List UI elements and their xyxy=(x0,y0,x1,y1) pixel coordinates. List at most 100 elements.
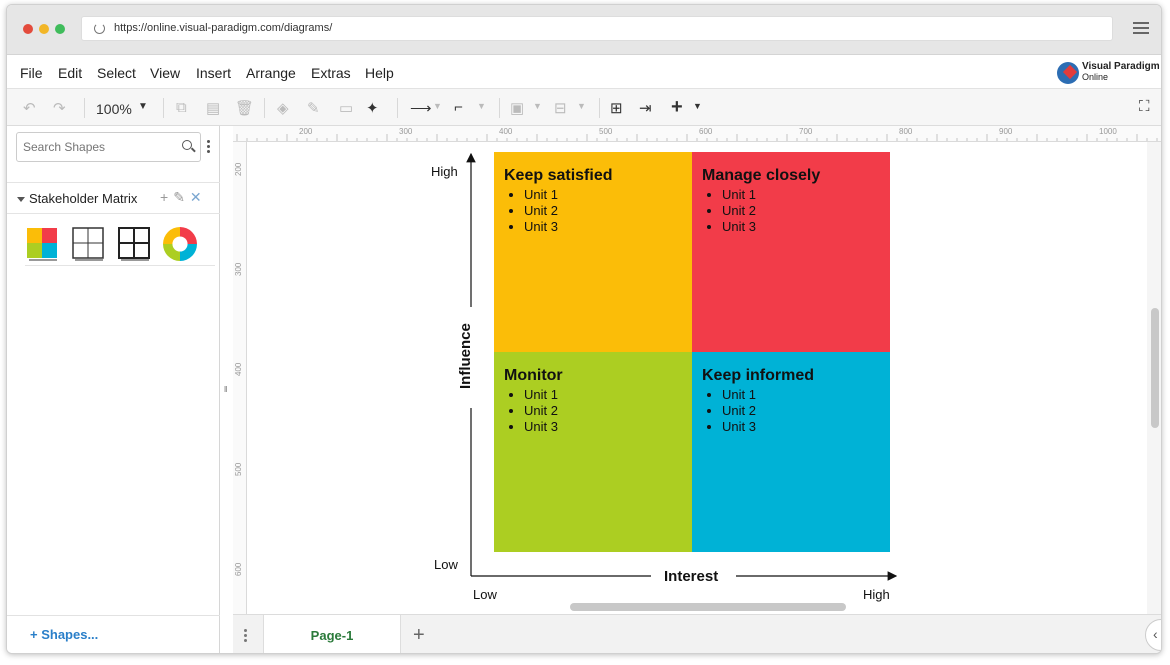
x-low-label: Low xyxy=(473,587,497,602)
horizontal-scroll-thumb[interactable] xyxy=(570,603,846,611)
section-title: Stakeholder Matrix xyxy=(29,191,138,206)
vertical-ruler: 200 300 400 500 600 xyxy=(233,142,247,614)
shadow-icon[interactable]: ▭ xyxy=(339,99,353,117)
color-matrix-shape[interactable] xyxy=(25,226,59,262)
outline-matrix-shape[interactable] xyxy=(71,226,105,262)
y-high-label: High xyxy=(431,164,458,179)
ruler-ticks xyxy=(236,134,1158,141)
align-dropdown-icon[interactable]: ▼ xyxy=(577,101,586,111)
logo-text: Visual Paradigm xyxy=(1082,61,1160,72)
section-actions: +✎✕ xyxy=(160,189,207,206)
connector-dropdown-icon[interactable]: ▼ xyxy=(433,101,442,111)
zoom-dropdown-icon[interactable]: ▼ xyxy=(138,101,148,112)
ruler-label: 400 xyxy=(234,362,243,376)
section-header[interactable]: Stakeholder Matrix +✎✕ xyxy=(7,182,220,214)
maximize-dot[interactable] xyxy=(55,24,65,34)
undo-icon[interactable]: ↶ xyxy=(23,99,36,117)
collapse-panel-icon[interactable]: ‹ xyxy=(1145,619,1161,651)
ruler-label: 600 xyxy=(699,127,713,136)
format-painter-icon[interactable]: ✦ xyxy=(366,99,379,117)
edit-icon[interactable]: ✎ xyxy=(173,189,190,205)
fullscreen-icon[interactable]: ⛶ xyxy=(1139,98,1150,115)
browser-bar: https://online.visual-paradigm.com/diagr… xyxy=(7,5,1161,55)
vertical-scroll-thumb[interactable] xyxy=(1151,308,1159,428)
page-bar: Page-1 + ‹ xyxy=(233,614,1161,653)
x-axis-title: Interest xyxy=(664,568,719,585)
menu-help[interactable]: Help xyxy=(365,65,394,81)
fit-width-icon[interactable]: ⇥ xyxy=(639,99,652,117)
ruler-label: 800 xyxy=(899,127,913,136)
add-icon[interactable]: + xyxy=(160,189,173,205)
address-bar[interactable]: https://online.visual-paradigm.com/diagr… xyxy=(81,16,1113,41)
sidebar-menu-icon[interactable] xyxy=(207,140,210,154)
zoom-level[interactable]: 100% xyxy=(96,101,132,117)
minimize-dot[interactable] xyxy=(39,24,49,34)
toolbar-divider xyxy=(499,98,500,118)
connector-straight-icon[interactable]: ⟶ xyxy=(410,99,432,117)
fill-color-icon[interactable]: ◈ xyxy=(277,99,289,117)
arrange-dropdown-icon[interactable]: ▼ xyxy=(533,101,542,111)
reload-icon[interactable] xyxy=(94,23,105,34)
bold-matrix-shape[interactable] xyxy=(117,226,151,262)
search-icon[interactable] xyxy=(182,140,192,150)
arrange-front-icon[interactable]: ▣ xyxy=(510,99,524,117)
browser-menu-icon[interactable] xyxy=(1133,22,1149,36)
menu-edit[interactable]: Edit xyxy=(58,65,82,81)
insert-dropdown-icon[interactable]: ▼ xyxy=(693,101,702,111)
search-shapes-input[interactable] xyxy=(16,132,201,162)
collapse-caret-icon[interactable] xyxy=(17,197,25,202)
logo-subtext: Online xyxy=(1082,72,1109,82)
diagram-canvas[interactable]: Keep satisfied Unit 1 Unit 2 Unit 3 Mana… xyxy=(247,142,1147,614)
close-dot[interactable] xyxy=(23,24,33,34)
connector-elbow-icon[interactable]: ⌐ xyxy=(454,99,463,116)
ruler-label: 200 xyxy=(299,127,313,136)
ruler-label: 400 xyxy=(499,127,513,136)
ruler-label: 700 xyxy=(799,127,813,136)
waypoint-dropdown-icon[interactable]: ▼ xyxy=(477,101,486,111)
fit-page-icon[interactable]: ⊞ xyxy=(610,99,623,117)
page-tab[interactable]: Page-1 xyxy=(263,615,401,653)
sidebar-resize-handle[interactable]: ‖ xyxy=(224,385,227,394)
menu-insert[interactable]: Insert xyxy=(196,65,231,81)
menu-extras[interactable]: Extras xyxy=(311,65,351,81)
toolbar-divider xyxy=(163,98,164,118)
toolbar-divider xyxy=(397,98,398,118)
add-page-icon[interactable]: + xyxy=(413,624,425,647)
ruler-label: 500 xyxy=(599,127,613,136)
toolbar-divider xyxy=(84,98,85,118)
axes xyxy=(466,152,898,581)
ruler-label: 200 xyxy=(234,162,243,176)
menu-arrange[interactable]: Arrange xyxy=(246,65,296,81)
paste-icon[interactable]: ▤ xyxy=(206,99,220,117)
toolbar: ↶ ↷ 100% ▼ ⧉ ▤ 🗑 ◈ ✎ ▭ ✦ ⟶ ▼ ⌐ ▼ ▣ ▼ ⊟ ▼… xyxy=(7,88,1161,126)
menu-select[interactable]: Select xyxy=(97,65,136,81)
ruler-label: 600 xyxy=(234,562,243,576)
logo-icon xyxy=(1057,62,1079,84)
menu-file[interactable]: File xyxy=(20,65,43,81)
y-low-label: Low xyxy=(434,557,458,572)
page-menu-icon[interactable] xyxy=(244,629,247,644)
redo-icon[interactable]: ↷ xyxy=(53,99,66,117)
horizontal-ruler: 200 300 400 500 600 700 800 900 1000 xyxy=(233,126,1161,142)
align-icon[interactable]: ⊟ xyxy=(554,99,567,117)
circle-matrix-shape[interactable] xyxy=(163,226,197,262)
ruler-label: 500 xyxy=(234,462,243,476)
x-high-label: High xyxy=(863,587,890,602)
visual-paradigm-logo[interactable]: Visual Paradigm Online xyxy=(1057,60,1160,86)
delete-icon[interactable]: 🗑 xyxy=(235,99,254,117)
menu-bar: File Edit Select View Insert Arrange Ext… xyxy=(7,55,1161,88)
more-shapes-link[interactable]: + Shapes... xyxy=(7,615,220,653)
close-icon[interactable]: ✕ xyxy=(190,189,207,205)
insert-plus-icon[interactable]: + xyxy=(671,96,683,119)
toolbar-divider xyxy=(264,98,265,118)
ruler-label: 300 xyxy=(399,127,413,136)
line-color-icon[interactable]: ✎ xyxy=(307,99,320,117)
vertical-scrollbar[interactable] xyxy=(1147,142,1161,614)
ruler-label: 900 xyxy=(999,127,1013,136)
shape-thumbnails xyxy=(25,226,215,266)
menu-view[interactable]: View xyxy=(150,65,180,81)
ruler-label: 1000 xyxy=(1099,127,1117,136)
copy-icon[interactable]: ⧉ xyxy=(176,99,187,116)
shapes-sidebar: Stakeholder Matrix +✎✕ xyxy=(7,126,220,653)
url-text: https://online.visual-paradigm.com/diagr… xyxy=(114,22,333,34)
